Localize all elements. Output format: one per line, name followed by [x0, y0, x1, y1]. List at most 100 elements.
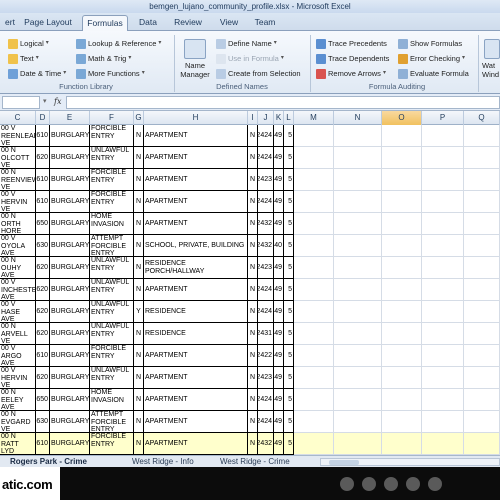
cell-p[interactable] — [422, 389, 464, 411]
taskbar-app-icon[interactable] — [340, 477, 354, 491]
cell-h[interactable]: RESIDENCE PORCH/HALLWAY — [144, 257, 248, 279]
cell-f[interactable]: UNLAWFUL ENTRY — [90, 367, 134, 389]
cell-k[interactable]: 49 — [274, 433, 284, 455]
column-header-k[interactable]: K — [274, 111, 284, 125]
namebox-dropdown-icon[interactable]: ▾ — [43, 97, 47, 105]
cell-k[interactable]: 49 — [274, 147, 284, 169]
show-formulas-button[interactable]: Show Formulas — [398, 37, 462, 50]
cell-o[interactable] — [382, 169, 422, 191]
cell-p[interactable] — [422, 235, 464, 257]
cell-n[interactable] — [334, 389, 382, 411]
cell-l[interactable]: 5 — [284, 191, 294, 213]
cell-q[interactable] — [464, 147, 500, 169]
column-header-e[interactable]: E — [50, 111, 90, 125]
cell-n[interactable] — [334, 147, 382, 169]
math-trig-button[interactable]: Math & Trig ▾ — [76, 52, 131, 65]
cell-g[interactable]: N — [134, 367, 144, 389]
cell-i[interactable]: N — [248, 345, 258, 367]
cell-k[interactable]: 49 — [274, 345, 284, 367]
cell-e[interactable]: BURGLARY — [50, 323, 90, 345]
cell-f[interactable]: FORCIBLE ENTRY — [90, 169, 134, 191]
cell-l[interactable]: 5 — [284, 323, 294, 345]
cell-m[interactable] — [294, 389, 334, 411]
column-header-o[interactable]: O — [382, 111, 422, 125]
cell-d[interactable]: 620 — [36, 279, 50, 301]
cell-q[interactable] — [464, 433, 500, 455]
cell-k[interactable]: 49 — [274, 213, 284, 235]
cell-n[interactable] — [334, 367, 382, 389]
cell-i[interactable]: N — [248, 257, 258, 279]
cell-f[interactable]: HOME INVASION — [90, 389, 134, 411]
cell-d[interactable]: 630 — [36, 235, 50, 257]
cell-q[interactable] — [464, 301, 500, 323]
cell-h[interactable]: APARTMENT — [144, 389, 248, 411]
cell-p[interactable] — [422, 411, 464, 433]
cell-c[interactable]: 00 V HERVIN VE — [0, 191, 36, 213]
cell-j[interactable]: 2424 — [258, 301, 274, 323]
cell-n[interactable] — [334, 279, 382, 301]
cell-l[interactable]: 5 — [284, 169, 294, 191]
cell-j[interactable]: 2424 — [258, 389, 274, 411]
cell-i[interactable]: N — [248, 279, 258, 301]
taskbar-app-icon[interactable] — [406, 477, 420, 491]
cell-l[interactable]: 5 — [284, 389, 294, 411]
cell-l[interactable]: 5 — [284, 345, 294, 367]
cell-k[interactable]: 49 — [274, 411, 284, 433]
cell-i[interactable]: N — [248, 323, 258, 345]
cell-o[interactable] — [382, 191, 422, 213]
column-header-n[interactable]: N — [334, 111, 382, 125]
cell-c[interactable]: 00 V INCHESTE AVE — [0, 279, 36, 301]
cell-e[interactable]: BURGLARY — [50, 345, 90, 367]
cell-p[interactable] — [422, 433, 464, 455]
create-from-selection-button[interactable]: Create from Selection — [216, 67, 301, 80]
cell-o[interactable] — [382, 213, 422, 235]
cell-f[interactable]: UNLAWFUL ENTRY — [90, 301, 134, 323]
cell-j[interactable]: 2432 — [258, 213, 274, 235]
cell-c[interactable]: 00 N EELEY AVE — [0, 389, 36, 411]
define-name-button[interactable]: Define Name ▾ — [216, 37, 277, 50]
column-header-m[interactable]: M — [294, 111, 334, 125]
cell-n[interactable] — [334, 257, 382, 279]
cell-l[interactable]: 5 — [284, 433, 294, 455]
cell-q[interactable] — [464, 125, 500, 147]
cell-e[interactable]: BURGLARY — [50, 147, 90, 169]
cell-p[interactable] — [422, 213, 464, 235]
cell-j[interactable]: 2424 — [258, 147, 274, 169]
cell-l[interactable]: 5 — [284, 213, 294, 235]
cell-m[interactable] — [294, 279, 334, 301]
cell-j[interactable]: 2424 — [258, 411, 274, 433]
cell-h[interactable]: APARTMENT — [144, 191, 248, 213]
tab-data[interactable]: Data — [134, 15, 162, 31]
cell-h[interactable]: APARTMENT — [144, 345, 248, 367]
tab-page-layout[interactable]: Page Layout — [22, 15, 74, 31]
cell-m[interactable] — [294, 147, 334, 169]
cell-n[interactable] — [334, 411, 382, 433]
cell-c[interactable]: 00 N OUHY AVE — [0, 257, 36, 279]
cell-m[interactable] — [294, 257, 334, 279]
cell-c[interactable]: 00 N ORTH HORE AVE — [0, 213, 36, 235]
cell-q[interactable] — [464, 323, 500, 345]
cell-h[interactable]: SCHOOL, PRIVATE, BUILDING — [144, 235, 248, 257]
column-header-g[interactable]: G — [134, 111, 144, 125]
scrollbar-thumb[interactable] — [329, 460, 359, 465]
cell-j[interactable]: 2423 — [258, 169, 274, 191]
error-checking-button[interactable]: Error Checking ▾ — [398, 52, 465, 65]
tab-review[interactable]: Review — [170, 15, 206, 31]
worksheet-grid[interactable]: 00 V REENLEAF VE 610 BURGLARY FORCIBLE ENTR… — [0, 125, 500, 455]
cell-j[interactable]: 2424 — [258, 279, 274, 301]
cell-g[interactable]: N — [134, 411, 144, 433]
cell-n[interactable] — [334, 323, 382, 345]
cell-c[interactable]: 00 N RATT LYD — [0, 433, 36, 455]
cell-m[interactable] — [294, 301, 334, 323]
cell-h[interactable]: APARTMENT — [144, 213, 248, 235]
cell-m[interactable] — [294, 213, 334, 235]
cell-h[interactable]: RESIDENCE — [144, 323, 248, 345]
date-time-button[interactable]: Date & Time ▾ — [8, 67, 66, 80]
cell-q[interactable] — [464, 389, 500, 411]
cell-d[interactable]: 630 — [36, 411, 50, 433]
trace-dependents-button[interactable]: Trace Dependents — [316, 52, 389, 65]
cell-e[interactable]: BURGLARY — [50, 235, 90, 257]
column-header-j[interactable]: J — [258, 111, 274, 125]
cell-f[interactable]: ATTEMPT FORCIBLE ENTRY — [90, 411, 134, 433]
cell-n[interactable] — [334, 433, 382, 455]
